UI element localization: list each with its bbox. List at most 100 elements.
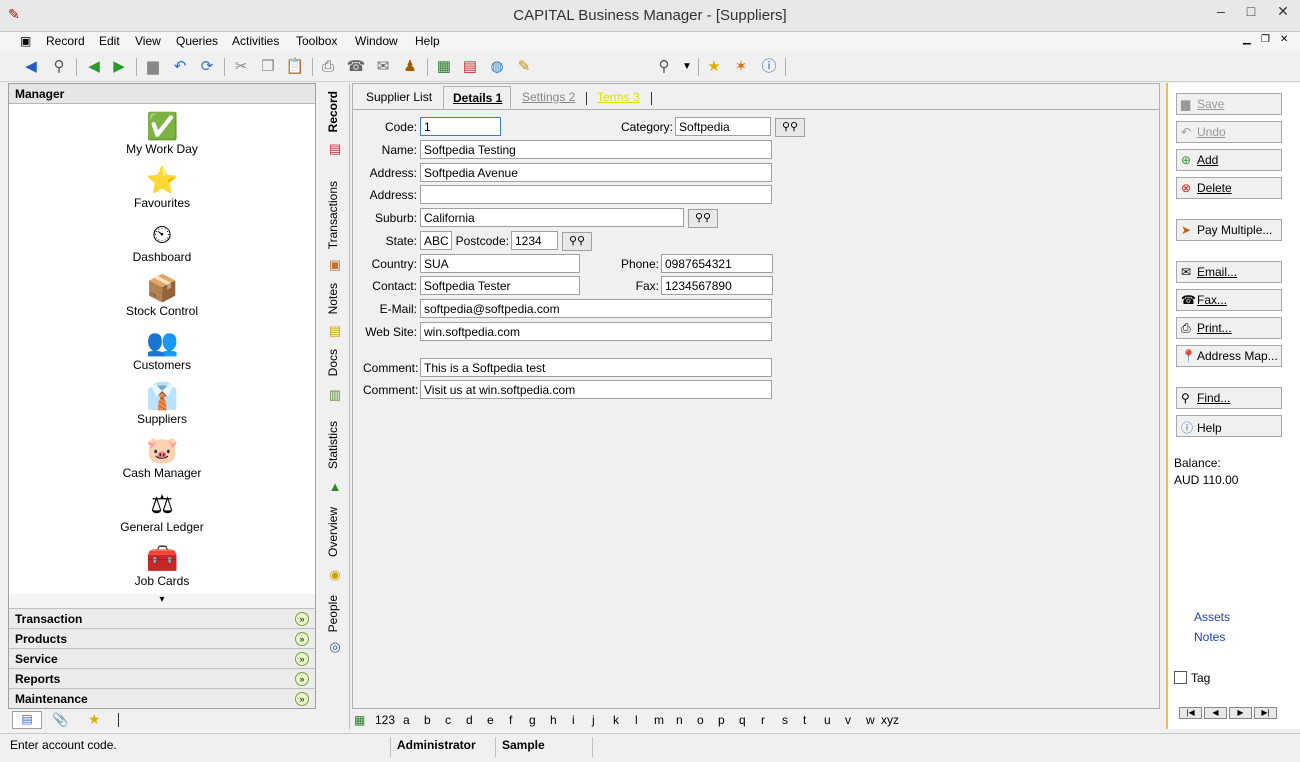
index-letter[interactable]: n xyxy=(676,713,683,727)
manager-item-dashboard[interactable]: ⏲ Dashboard xyxy=(9,218,315,264)
add-button[interactable]: ⊕ Add xyxy=(1176,149,1282,171)
info-icon[interactable]: ⓘ xyxy=(759,57,779,77)
index-letter[interactable]: t xyxy=(803,713,806,727)
attachments-tab-icon[interactable]: 📎 xyxy=(52,712,68,728)
next-record-icon[interactable]: ▶ xyxy=(1229,707,1252,719)
suburb-lookup-icon[interactable]: ⚲⚲ xyxy=(688,209,718,228)
web-icon[interactable]: ◍ xyxy=(487,57,507,77)
manager-item-stock-control[interactable]: 📦 Stock Control xyxy=(9,272,315,318)
delete-button[interactable]: ⊗ Delete xyxy=(1176,177,1282,199)
print-button[interactable]: ⎙ Print... xyxy=(1176,317,1282,339)
index-letter[interactable]: a xyxy=(403,713,410,727)
fax-field[interactable] xyxy=(661,276,773,295)
prev-record-icon[interactable]: ◀ xyxy=(1204,707,1227,719)
manager-item-suppliers[interactable]: 👔 Suppliers xyxy=(9,380,315,426)
index-letter[interactable]: e xyxy=(487,713,494,727)
index-letter[interactable]: g xyxy=(529,713,536,727)
minimize-button[interactable]: – xyxy=(1206,0,1236,22)
index-letter[interactable]: 123 xyxy=(375,713,395,727)
vtab-people[interactable]: People xyxy=(326,595,340,632)
section-products[interactable]: Products » xyxy=(9,628,315,648)
comment1-field[interactable] xyxy=(420,358,772,377)
index-letter[interactable]: k xyxy=(613,713,619,727)
index-grid-icon[interactable]: ▦ xyxy=(354,713,365,727)
address-line2-field[interactable] xyxy=(420,185,772,204)
wizard-icon[interactable]: ♟ xyxy=(400,57,420,77)
menu-help[interactable]: Help xyxy=(415,34,440,48)
doc-menu-icon[interactable]: ▣ xyxy=(20,34,31,48)
section-maintenance[interactable]: Maintenance » xyxy=(9,688,315,708)
tab-settings[interactable]: Settings 2 xyxy=(522,90,575,104)
index-letter[interactable]: i xyxy=(572,713,575,727)
index-letter[interactable]: c xyxy=(445,713,451,727)
help-button[interactable]: ⓘ Help xyxy=(1176,415,1282,437)
menu-view[interactable]: View xyxy=(135,34,161,48)
section-service[interactable]: Service » xyxy=(9,648,315,668)
menu-window[interactable]: Window xyxy=(355,34,398,48)
vtab-transactions[interactable]: Transactions xyxy=(326,181,340,249)
index-letter[interactable]: r xyxy=(761,713,765,727)
code-field[interactable] xyxy=(420,117,501,136)
undo-icon[interactable]: ↶ xyxy=(170,57,190,77)
state-field[interactable] xyxy=(420,231,452,250)
refresh-icon[interactable]: ⟳ xyxy=(197,57,217,77)
save-icon[interactable]: ▆ xyxy=(143,57,163,77)
manager-item-my-work-day[interactable]: ✅ My Work Day xyxy=(9,110,315,156)
index-letter[interactable]: h xyxy=(550,713,557,727)
first-record-icon[interactable]: |◀ xyxy=(1179,707,1202,719)
index-letter[interactable]: m xyxy=(654,713,664,727)
expand-chevron-icon[interactable]: » xyxy=(295,632,309,646)
print-icon[interactable]: ⎙ xyxy=(318,57,338,77)
binoculars-icon[interactable]: ⚲ xyxy=(49,57,69,77)
save-button[interactable]: ▆ Save xyxy=(1176,93,1282,115)
menu-record[interactable]: Record xyxy=(46,34,85,48)
index-letter[interactable]: u xyxy=(824,713,831,727)
section-reports[interactable]: Reports » xyxy=(9,668,315,688)
country-field[interactable] xyxy=(420,254,580,273)
mdi-restore-icon[interactable]: ❐ xyxy=(1261,34,1270,45)
vtab-statistics[interactable]: Statistics xyxy=(326,421,340,469)
manager-item-cash-manager[interactable]: 🐷 Cash Manager xyxy=(9,434,315,480)
vtab-docs[interactable]: Docs xyxy=(326,349,340,376)
email-icon[interactable]: ✉ xyxy=(373,57,393,77)
comment2-field[interactable] xyxy=(420,380,772,399)
contact-field[interactable] xyxy=(420,276,580,295)
manager-item-job-cards[interactable]: 🧰 Job Cards xyxy=(9,542,315,588)
index-letter[interactable]: p xyxy=(718,713,725,727)
name-field[interactable] xyxy=(420,140,772,159)
find-button[interactable]: ⚲ Find... xyxy=(1176,387,1282,409)
next-record-icon[interactable]: ▶ xyxy=(109,57,129,77)
favourites-tab-icon[interactable]: ★ xyxy=(88,711,101,728)
category-lookup-icon[interactable]: ⚲⚲ xyxy=(775,118,805,137)
manager-item-customers[interactable]: 👥 Customers xyxy=(9,326,315,372)
calendar-icon[interactable]: ▤ xyxy=(460,57,480,77)
menu-queries[interactable]: Queries xyxy=(176,34,218,48)
postcode-lookup-icon[interactable]: ⚲⚲ xyxy=(562,232,592,251)
vtab-notes[interactable]: Notes xyxy=(326,283,340,314)
back-icon[interactable]: ◀ xyxy=(21,57,41,77)
notes-link[interactable]: Notes xyxy=(1194,630,1225,644)
index-letter[interactable]: w xyxy=(866,713,875,727)
expand-chevron-icon[interactable]: » xyxy=(295,652,309,666)
tab-details[interactable]: Details 1 xyxy=(443,86,512,109)
vtab-overview[interactable]: Overview xyxy=(326,507,340,557)
index-letter[interactable]: s xyxy=(782,713,788,727)
category-field[interactable] xyxy=(675,117,771,136)
menu-activities[interactable]: Activities xyxy=(232,34,279,48)
expand-chevron-icon[interactable]: » xyxy=(295,612,309,626)
index-letter[interactable]: d xyxy=(466,713,473,727)
address-map-button[interactable]: 📍Address Map... xyxy=(1176,345,1282,367)
index-letter[interactable]: b xyxy=(424,713,431,727)
manager-tab-icon[interactable]: ▤ xyxy=(12,711,42,729)
paste-icon[interactable]: 📋 xyxy=(285,57,305,77)
tab-terms[interactable]: Terms 3 xyxy=(597,90,640,104)
assets-link[interactable]: Assets xyxy=(1194,610,1230,624)
website-field[interactable] xyxy=(420,322,772,341)
expand-chevron-icon[interactable]: » xyxy=(295,672,309,686)
manager-item-general-ledger[interactable]: ⚖ General Ledger xyxy=(9,488,315,534)
section-transaction[interactable]: Transaction » xyxy=(9,608,315,628)
suburb-field[interactable] xyxy=(420,208,684,227)
maximize-button[interactable]: □ xyxy=(1236,0,1266,22)
remove-favourite-icon[interactable]: ✶ xyxy=(731,57,751,77)
menu-edit[interactable]: Edit xyxy=(99,34,120,48)
